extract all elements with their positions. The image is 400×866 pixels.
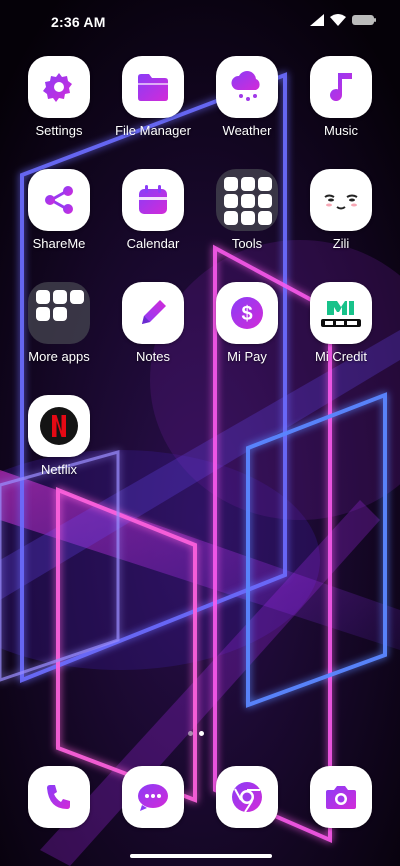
app-label: Mi Pay — [227, 349, 267, 364]
calendar-icon — [122, 169, 184, 231]
folder-icon — [216, 169, 278, 231]
app-label: Tools — [231, 236, 263, 251]
status-time: 2:36 AM — [51, 14, 106, 30]
page-indicator — [188, 731, 204, 736]
app-label: Zili — [332, 236, 350, 251]
status-bar: 2:36 AM — [0, 0, 400, 44]
signal-icon — [310, 14, 324, 26]
folder-icon — [122, 56, 184, 118]
app-label: Calendar — [126, 236, 180, 251]
home-indicator[interactable] — [130, 854, 272, 858]
app-label: More apps — [28, 349, 90, 364]
app-mi-credit[interactable]: Mi Credit — [294, 282, 388, 382]
app-label: Notes — [136, 349, 170, 364]
battery-icon — [352, 15, 376, 25]
cloud-rain-icon — [216, 56, 278, 118]
app-label: Mi Credit — [314, 349, 367, 364]
share-icon — [28, 169, 90, 231]
status-icons — [310, 14, 376, 26]
app-settings[interactable]: Settings — [12, 56, 106, 156]
app-zili[interactable]: Zili — [294, 169, 388, 269]
page-dot-active[interactable] — [199, 731, 204, 736]
app-label: ShareMe — [32, 236, 86, 251]
netflix-logo-icon — [28, 395, 90, 457]
app-label: Netflix — [40, 462, 78, 477]
app-netflix[interactable]: Netflix — [12, 395, 106, 495]
app-folder-tools[interactable]: Tools — [200, 169, 294, 269]
app-label: Weather — [222, 123, 272, 138]
camera-icon — [326, 786, 356, 809]
app-shareme[interactable]: ShareMe — [12, 169, 106, 269]
dock-phone[interactable] — [28, 766, 90, 828]
folder-icon — [28, 282, 90, 344]
mi-credit-logo-icon — [310, 282, 372, 344]
app-file-manager[interactable]: File Manager — [106, 56, 200, 156]
app-mi-pay[interactable]: $ Mi Pay — [200, 282, 294, 382]
dock-messages[interactable] — [122, 766, 184, 828]
wifi-icon — [330, 14, 346, 26]
app-calendar[interactable]: Calendar — [106, 169, 200, 269]
app-weather[interactable]: Weather — [200, 56, 294, 156]
music-note-icon — [310, 56, 372, 118]
dollar-coin-icon: $ — [216, 282, 278, 344]
app-label: Music — [324, 123, 358, 138]
app-notes[interactable]: Notes — [106, 282, 200, 382]
dock-camera[interactable] — [310, 766, 372, 828]
svg-text:$: $ — [241, 303, 252, 325]
chat-bubble-icon — [138, 784, 168, 811]
chrome-icon — [232, 782, 262, 813]
app-label: Settings — [35, 123, 83, 138]
app-folder-more-apps[interactable]: More apps — [12, 282, 106, 382]
gear-icon — [28, 56, 90, 118]
app-label: File Manager — [115, 123, 191, 138]
app-music[interactable]: Music — [294, 56, 388, 156]
page-dot[interactable] — [188, 731, 193, 736]
pencil-icon — [122, 282, 184, 344]
phone-icon — [47, 785, 70, 809]
smiley-face-icon — [310, 169, 372, 231]
dock-chrome[interactable] — [216, 766, 278, 828]
